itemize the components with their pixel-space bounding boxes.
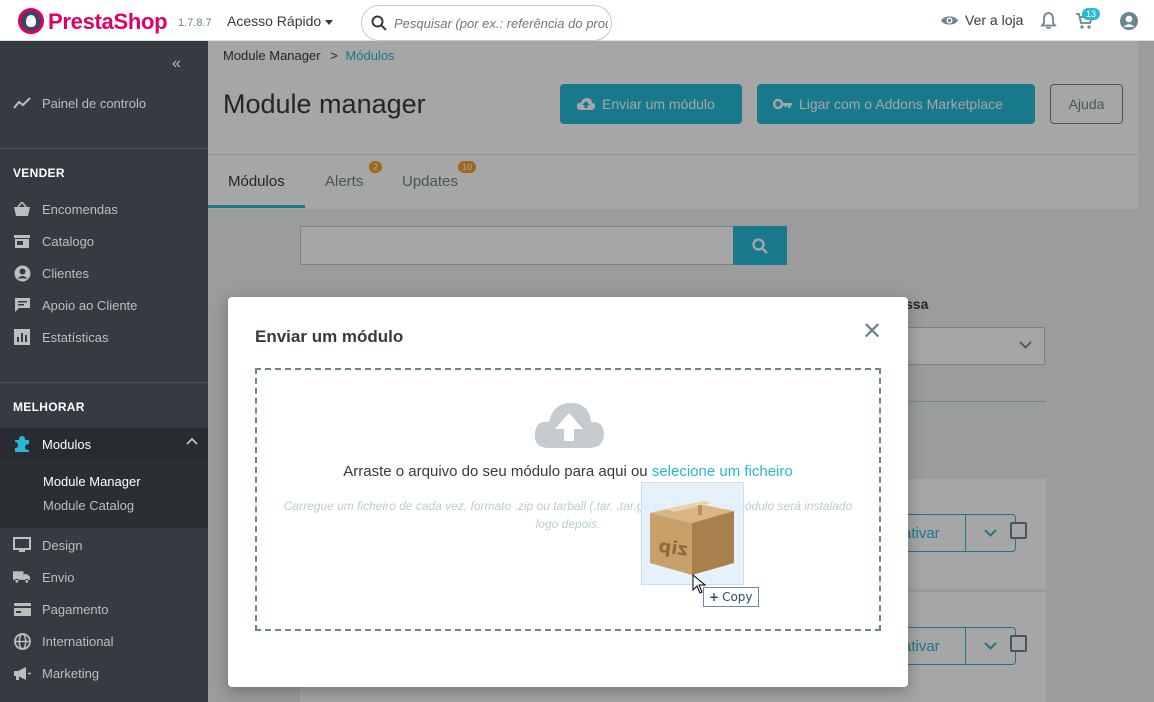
basket-icon [13,200,31,218]
brand-name[interactable]: PrestaShop [48,9,168,35]
puzzle-icon [13,435,31,453]
orders-badge: 13 [1082,8,1101,20]
drag-copy-label: Copy [722,590,753,604]
sidebar-item-stats[interactable]: Estatísticas [0,322,208,352]
sidebar-item-label: Estatísticas [42,329,109,345]
sidebar-item-label: Modulos [42,436,92,452]
drag-copy-tooltip: + Copy [703,587,759,607]
sidebar-item-label: Design [42,537,83,553]
sidebar-item-label: Pagamento [42,601,109,617]
top-header: PrestaShop 1.7.8.7 Acesso Rápido Ver a l… [0,0,1154,41]
sidebar-item-label: Catalogo [42,233,95,249]
view-shop-link[interactable]: Ver a loja [940,12,1023,28]
upload-module-modal: Enviar um módulo ✕ Arraste o arquivo do … [228,297,908,687]
sidebar-item-label: Clientes [42,265,89,281]
user-avatar-icon[interactable] [1119,11,1139,31]
sidebar-item-label: Marketing [42,665,100,681]
store-icon [13,232,31,250]
module-dropzone[interactable]: Arraste o arquivo do seu módulo para aqu… [255,368,881,631]
prestashop-logo-icon[interactable] [18,8,44,34]
cloud-upload-icon [534,403,604,448]
caret-down-icon [325,19,334,25]
sidebar-item-marketing[interactable]: Marketing [0,658,208,688]
quick-access-label: Acesso Rápido [227,13,322,29]
dropzone-help: Carregue um ficheiro de cada vez, format… [283,499,853,531]
sidebar-item-orders[interactable]: Encomendas [0,194,208,224]
quick-access-dropdown[interactable]: Acesso Rápido [227,13,334,29]
sidebar-item-modules[interactable]: Modulos [0,428,208,460]
zip-file-drag-ghost: zip [641,482,744,585]
sidebar-item-label: Envio [42,569,75,585]
monitor-icon [13,536,31,554]
header-search[interactable] [361,5,612,41]
sidebar-item-label: International [42,633,114,649]
globe-icon [13,632,31,650]
sidebar-item-international[interactable]: International [0,626,208,656]
eye-icon [941,15,958,25]
version-label: 1.7.8.7 [178,17,212,29]
sidebar-divider [0,148,208,149]
sidebar-item-payment[interactable]: Pagamento [0,594,208,624]
trending-up-icon [13,94,31,112]
megaphone-icon [13,664,31,682]
modal-title: Enviar um módulo [255,327,404,346]
sidebar-item-label: Painel de controlo [42,95,147,111]
sidebar-section-improve: MELHORAR [13,400,85,414]
sidebar-item-support[interactable]: Apoio ao Cliente [0,290,208,320]
sidebar: « Painel de controlo VENDER Encomendas C… [0,41,208,702]
sidebar-section-sell: VENDER [13,166,65,180]
dropzone-instruction: Arraste o arquivo do seu módulo para aqu… [343,463,648,480]
search-icon [371,15,387,31]
sidebar-item-dashboard[interactable]: Painel de controlo [0,88,208,118]
collapse-sidebar-icon[interactable]: « [172,55,181,73]
dropzone-text: Arraste o arquivo do seu módulo para aqu… [257,463,879,480]
submenu-module-manager[interactable]: Module Manager [43,474,141,489]
account-circle-icon [13,264,31,282]
header-search-input[interactable] [394,6,608,40]
modules-submenu: Module Manager Module Catalog [0,460,208,528]
credit-card-icon [13,600,31,618]
bar-chart-icon [13,328,31,346]
submenu-module-catalog[interactable]: Module Catalog [43,498,134,513]
sidebar-divider [0,382,208,383]
sidebar-item-customers[interactable]: Clientes [0,258,208,288]
sidebar-item-label: Apoio ao Cliente [42,297,138,313]
chevron-up-icon [186,437,198,445]
bell-icon[interactable] [1040,12,1057,30]
zip-box-icon: zip [650,501,734,575]
chat-icon [13,296,31,314]
mouse-cursor-icon [692,574,706,594]
view-shop-label: Ver a loja [965,12,1024,28]
svg-text:zip: zip [657,536,689,561]
sidebar-item-shipping[interactable]: Envio [0,562,208,592]
sidebar-item-catalog[interactable]: Catalogo [0,226,208,256]
plus-icon: + [709,590,720,604]
select-file-link[interactable]: selecione um ficheiro [652,463,793,480]
truck-icon [13,568,31,586]
sidebar-item-design[interactable]: Design [0,530,208,560]
close-icon[interactable]: ✕ [862,320,882,344]
sidebar-item-label: Encomendas [42,201,118,217]
